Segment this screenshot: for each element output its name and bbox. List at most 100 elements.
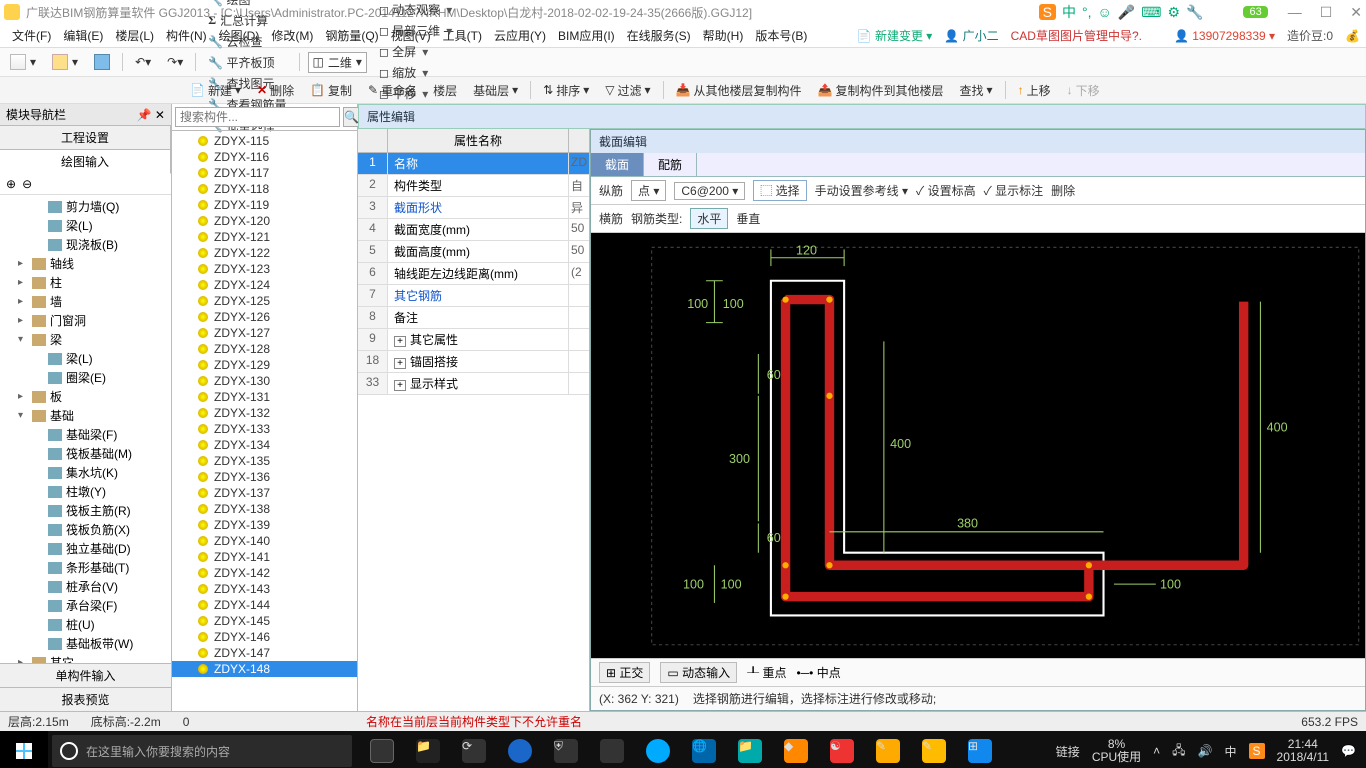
new-button[interactable]: ▾ bbox=[6, 52, 40, 72]
close-button[interactable]: ✕ bbox=[1350, 4, 1362, 21]
tree-node[interactable]: 承台梁(F) bbox=[0, 596, 171, 615]
nav-collapse-icon[interactable]: ⊖ bbox=[22, 177, 32, 191]
menu-new-change[interactable]: 📄 新建变更 ▾ bbox=[857, 27, 933, 44]
tb-delete[interactable]: ✕ 删除 bbox=[253, 80, 298, 101]
tree-node[interactable]: 集水坑(K) bbox=[0, 463, 171, 482]
list-item[interactable]: ZDYX-122 bbox=[172, 245, 357, 261]
tb-copyto[interactable]: 📤 复制构件到其他楼层 bbox=[814, 80, 948, 101]
open-button[interactable]: ▾ bbox=[48, 52, 82, 72]
tb-down[interactable]: ↓ 下移 bbox=[1063, 80, 1104, 101]
tree-node[interactable]: ▸轴线 bbox=[0, 254, 171, 273]
property-row[interactable]: 6轴线距左边线距离(mm)(2 bbox=[358, 263, 589, 285]
list-item[interactable]: ZDYX-144 bbox=[172, 597, 357, 613]
tb-up[interactable]: ↑ 上移 bbox=[1014, 80, 1055, 101]
list-item[interactable]: ZDYX-124 bbox=[172, 277, 357, 293]
tree-node[interactable]: ▸柱 bbox=[0, 273, 171, 292]
list-item[interactable]: ZDYX-132 bbox=[172, 405, 357, 421]
tree-node[interactable]: 基础梁(F) bbox=[0, 425, 171, 444]
rebar-vertical[interactable]: 垂直 bbox=[736, 210, 760, 227]
tree-node[interactable]: ▾梁 bbox=[0, 330, 171, 349]
menu-item[interactable]: 编辑(E) bbox=[57, 27, 109, 45]
view-mode-combo[interactable]: ◫ 二维 ▾ bbox=[308, 52, 367, 73]
search-input[interactable] bbox=[175, 107, 340, 127]
menu-cad[interactable]: CAD草图图片管理中导?. bbox=[1011, 27, 1142, 44]
tree-node[interactable]: ▸板 bbox=[0, 387, 171, 406]
tray-link[interactable]: 链接 bbox=[1056, 743, 1080, 760]
rebar-horizontal[interactable]: 水平 bbox=[690, 208, 728, 229]
list-item[interactable]: ZDYX-143 bbox=[172, 581, 357, 597]
undo-button[interactable]: ↶▾ bbox=[131, 53, 155, 71]
list-item[interactable]: ZDYX-146 bbox=[172, 629, 357, 645]
list-item[interactable]: ZDYX-142 bbox=[172, 565, 357, 581]
list-item[interactable]: ZDYX-126 bbox=[172, 309, 357, 325]
tb-filter[interactable]: ▽ 过滤 ▾ bbox=[601, 80, 654, 101]
tree-node[interactable]: 筏板基础(M) bbox=[0, 444, 171, 463]
tab-gcsz[interactable]: 工程设置 bbox=[0, 126, 171, 149]
menu-item[interactable]: 文件(F) bbox=[6, 27, 57, 45]
set-tag[interactable]: ✓ 设置标高 bbox=[916, 182, 976, 199]
list-item[interactable]: ZDYX-131 bbox=[172, 389, 357, 405]
rebar-spec[interactable]: C6@200 ▾ bbox=[674, 182, 745, 200]
save-button[interactable] bbox=[90, 52, 114, 72]
dyn-input-toggle[interactable]: ▭ 动态输入 bbox=[660, 662, 737, 683]
tree-node[interactable]: ▸其它 bbox=[0, 653, 171, 663]
tb-sort[interactable]: ⇅ 排序 ▾ bbox=[539, 80, 593, 101]
toolbar-button[interactable]: ◻ 动态观察 bbox=[375, 0, 456, 20]
list-item[interactable]: ZDYX-148 bbox=[172, 661, 357, 677]
tb-floor[interactable]: 楼层 bbox=[429, 80, 461, 101]
tb-rename[interactable]: ✎ 重命名 bbox=[364, 80, 421, 101]
tab-rebar[interactable]: 配筋 bbox=[644, 153, 697, 176]
list-item[interactable]: ZDYX-147 bbox=[172, 645, 357, 661]
list-item[interactable]: ZDYX-129 bbox=[172, 357, 357, 373]
toolbar-button[interactable]: ◻ 全屏 bbox=[375, 41, 456, 62]
menu-gxe[interactable]: 👤 广小二 bbox=[944, 27, 998, 44]
list-item[interactable]: ZDYX-141 bbox=[172, 549, 357, 565]
list-item[interactable]: ZDYX-139 bbox=[172, 517, 357, 533]
minimize-button[interactable]: — bbox=[1288, 4, 1302, 21]
list-item[interactable]: ZDYX-121 bbox=[172, 229, 357, 245]
tree-node[interactable]: 独立基础(D) bbox=[0, 539, 171, 558]
toolbar-button[interactable]: ◻ 局部三维 bbox=[375, 20, 456, 41]
tree-node[interactable]: 条形基础(T) bbox=[0, 558, 171, 577]
list-item[interactable]: ZDYX-125 bbox=[172, 293, 357, 309]
phone-label[interactable]: 👤 13907298339 ▾ bbox=[1174, 29, 1275, 43]
maximize-button[interactable]: ☐ bbox=[1320, 4, 1333, 21]
property-row[interactable]: 2构件类型自 bbox=[358, 175, 589, 197]
tray-cpu[interactable]: 8%CPU使用 bbox=[1092, 738, 1141, 764]
list-item[interactable]: ZDYX-140 bbox=[172, 533, 357, 549]
tree-node[interactable]: 桩承台(V) bbox=[0, 577, 171, 596]
tab-section[interactable]: 截面 bbox=[591, 153, 644, 176]
tray-net-icon[interactable]: 🖧 bbox=[1172, 741, 1185, 762]
menu-item[interactable]: BIM应用(I) bbox=[552, 27, 621, 45]
tree-node[interactable]: 筏板负筋(X) bbox=[0, 520, 171, 539]
tb-basefloor[interactable]: 基础层 ▾ bbox=[469, 80, 522, 101]
property-row[interactable]: 3截面形状异 bbox=[358, 197, 589, 219]
menu-item[interactable]: 帮助(H) bbox=[697, 27, 750, 45]
property-grid[interactable]: 属性名称 1名称ZD2构件类型自3截面形状异4截面宽度(mm)505截面高度(m… bbox=[358, 129, 590, 711]
tree-node[interactable]: 现浇板(B) bbox=[0, 235, 171, 254]
list-item[interactable]: ZDYX-116 bbox=[172, 149, 357, 165]
list-item[interactable]: ZDYX-128 bbox=[172, 341, 357, 357]
list-item[interactable]: ZDYX-119 bbox=[172, 197, 357, 213]
redo-button[interactable]: ↷▾ bbox=[163, 53, 187, 71]
list-item[interactable]: ZDYX-145 bbox=[172, 613, 357, 629]
tb-find[interactable]: 查找 ▾ bbox=[956, 80, 997, 101]
show-tag[interactable]: ✓ 显示标注 bbox=[984, 182, 1044, 199]
list-item[interactable]: ZDYX-138 bbox=[172, 501, 357, 517]
toolbar-button[interactable]: 🔧 平齐板顶 bbox=[204, 52, 290, 73]
tree-node[interactable]: 梁(L) bbox=[0, 349, 171, 368]
list-item[interactable]: ZDYX-115 bbox=[172, 133, 357, 149]
tree-node[interactable]: 柱墩(Y) bbox=[0, 482, 171, 501]
menu-item[interactable]: 在线服务(S) bbox=[621, 27, 697, 45]
menu-item[interactable]: 云应用(Y) bbox=[488, 27, 552, 45]
property-row[interactable]: 33+显示样式 bbox=[358, 373, 589, 395]
tree-node[interactable]: 基础板带(W) bbox=[0, 634, 171, 653]
property-row[interactable]: 8备注 bbox=[358, 307, 589, 329]
tree-node[interactable]: ▸门窗洞 bbox=[0, 311, 171, 330]
tb-copyfrom[interactable]: 📥 从其他楼层复制构件 bbox=[672, 80, 806, 101]
toolbar-button[interactable]: Σ 汇总计算 bbox=[204, 10, 290, 31]
snap-zd[interactable]: ┸ 重点 bbox=[747, 664, 786, 681]
tray-ime[interactable]: 中 bbox=[1225, 743, 1237, 760]
tab-single-input[interactable]: 单构件输入 bbox=[0, 663, 171, 687]
property-row[interactable]: 4截面宽度(mm)50 bbox=[358, 219, 589, 241]
